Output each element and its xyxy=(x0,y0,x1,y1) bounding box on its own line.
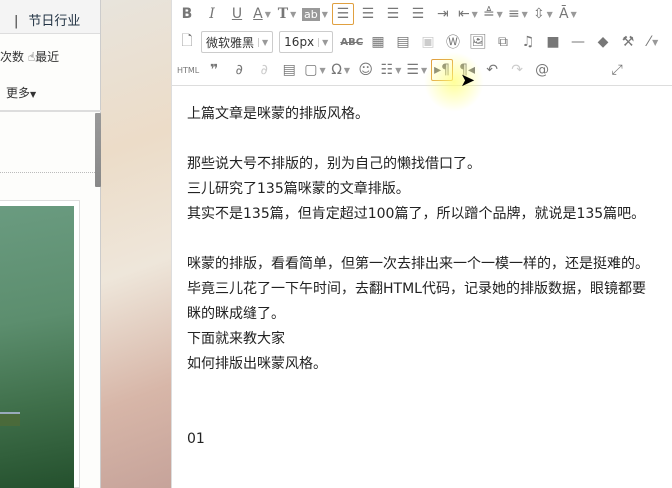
align-center-button[interactable]: ☰ xyxy=(357,3,379,25)
paragraph xyxy=(187,377,657,402)
divider xyxy=(0,110,101,112)
unlink-icon[interactable]: ∂ xyxy=(253,59,275,81)
paragraph xyxy=(187,227,657,252)
text-bg-button[interactable]: T ▼ xyxy=(276,3,298,25)
table-icon[interactable]: ▦ xyxy=(367,31,389,53)
table-image-icon[interactable]: ▤ xyxy=(392,31,414,53)
font-case-icon[interactable]: Ā ▼ xyxy=(557,3,579,25)
link-icon[interactable]: ∂ xyxy=(228,59,250,81)
rich-text-editor: B I U A ▼ T ▼ ab ▼ ☰ ☰ ☰ ☰ ⇥ ⇤ ▼ ≜ ▼ ≡ ▼ ⇳ ▼ Ā ▼… xyxy=(171,0,672,488)
tab-divider: | xyxy=(14,14,19,29)
font-family-select[interactable]: 微软雅黑 ▼ xyxy=(201,31,274,53)
sort-by-count[interactable]: 次数 xyxy=(0,50,24,64)
font-size-value: 16px xyxy=(284,35,315,49)
editor-toolbar: B I U A ▼ T ▼ ab ▼ ☰ ☰ ☰ ☰ ⇥ ⇤ ▼ ≜ ▼ ≡ ▼ ⇳ ▼ Ā ▼… xyxy=(172,0,672,112)
background-icon[interactable]: ▢ ▼ xyxy=(303,59,326,81)
font-family-value: 微软雅黑 xyxy=(206,35,255,50)
line-height-icon[interactable]: ⇳ ▼ xyxy=(532,3,554,25)
toolbar-row-1: B I U A ▼ T ▼ ab ▼ ☰ ☰ ☰ ☰ ⇥ ⇤ ▼ ≜ ▼ ≡ ▼ ⇳ ▼ Ā ▼ xyxy=(176,1,582,27)
underline-button[interactable]: U xyxy=(226,3,248,25)
image-icon[interactable]: 🖼 xyxy=(467,31,489,53)
paragraph: 01 xyxy=(187,431,205,447)
highlight-button[interactable]: ab ▼ xyxy=(301,3,329,25)
tab-holiday-industry[interactable]: 节日行业 xyxy=(28,14,80,29)
more-dropdown[interactable]: 更多▼ xyxy=(6,84,36,101)
word-icon[interactable]: Ⓦ xyxy=(442,31,464,53)
paragraph: 三儿研究了135篇咪蒙的文章排版。 xyxy=(187,181,410,197)
bold-button[interactable]: B xyxy=(176,3,198,25)
text-style-icon: T xyxy=(277,6,289,22)
paragraph: 毕竟三儿花了一下午时间，去翻HTML代码，记录她的排版数据，眼镜都要眯的眯成缝了… xyxy=(187,281,646,322)
highlight-icon: ab xyxy=(302,7,320,21)
paragraph xyxy=(187,127,657,152)
video-icon[interactable]: ■ xyxy=(542,31,564,53)
html-button[interactable]: HTML xyxy=(176,59,200,81)
paragraph: 如何排版出咪蒙风格。 xyxy=(187,356,327,372)
spacing-top-icon[interactable]: ≜ ▼ xyxy=(482,3,504,25)
align-right-button[interactable]: ☰ xyxy=(382,3,404,25)
undo-icon[interactable]: ↶ xyxy=(481,59,503,81)
ltr-icon[interactable]: ▸¶ xyxy=(431,59,454,81)
dotted-divider xyxy=(0,172,95,173)
sort-by-recent[interactable]: 最近 xyxy=(35,50,59,64)
insert-title-icon[interactable]: ▤ xyxy=(278,59,300,81)
unordered-list-icon[interactable]: ☰ ▼ xyxy=(405,59,428,81)
new-document-icon[interactable]: 🗋 xyxy=(176,31,198,53)
horizontal-rule-icon[interactable]: — xyxy=(567,31,589,53)
blockquote-icon[interactable]: ❞ xyxy=(203,59,225,81)
rtl-icon[interactable]: ¶◂ xyxy=(456,59,478,81)
search-replace-icon[interactable]: @ xyxy=(531,59,553,81)
paragraph: 那些说大号不排版的，别为自己的懒找借口了。 xyxy=(187,156,481,172)
italic-button[interactable]: I xyxy=(201,3,223,25)
word-paste-icon[interactable]: ▣ xyxy=(417,31,439,53)
indent-icon[interactable]: ⇥ xyxy=(432,3,454,25)
paragraph: 咪蒙的排版，看看简单，但第一次去排出来一个一模一样的，还是挺难的。 xyxy=(187,256,649,272)
omega-icon: Ω xyxy=(331,62,342,78)
special-chars-button[interactable]: Ω ▼ xyxy=(330,59,352,81)
spellcheck-button[interactable]: ABC xyxy=(339,31,364,53)
paragraph xyxy=(187,402,657,427)
ordered-list-icon[interactable]: ☷ ▼ xyxy=(380,59,403,81)
fullscreen-icon[interactable]: ⤢ xyxy=(606,59,628,81)
spacing-bottom-icon[interactable]: ≡ ▼ xyxy=(507,3,529,25)
paragraph: 上篇文章是咪蒙的排版风格。 xyxy=(187,106,369,122)
redo-icon[interactable]: ↷ xyxy=(506,59,528,81)
justify-button[interactable]: ☰ xyxy=(407,3,429,25)
toolbar-row-3: HTML ❞ ∂ ∂ ▤ ▢ ▼ Ω ▼ ☺ ☷ ▼ ☰ ▼ ▸¶ ¶◂ ↶ ↷ @ ⤢ xyxy=(176,57,631,83)
music-icon[interactable]: ♫ xyxy=(517,31,539,53)
editor-content[interactable]: 上篇文章是咪蒙的排版风格。 那些说大号不排版的，别为自己的懒找借口了。 三儿研究… xyxy=(187,102,657,452)
toolbar-row-2: 🗋 微软雅黑 ▼ 16px ▼ ABC ▦ ▤ ▣ Ⓦ 🖼 ⧉ ♫ ■ — ◆ ⚒ … xyxy=(176,29,667,55)
magic-wand-icon[interactable]: ⁄ ▼ xyxy=(642,31,664,53)
eraser-icon[interactable]: ◆ xyxy=(592,31,614,53)
align-left-button[interactable]: ☰ xyxy=(331,3,354,25)
template-thumbnail[interactable] xyxy=(0,206,74,488)
train-image-detail xyxy=(0,412,20,426)
font-color-button[interactable]: A ▼ xyxy=(251,3,273,25)
chevron-down-icon: ▼ xyxy=(30,90,37,99)
paragraph: 下面就来教大家 xyxy=(187,331,285,347)
more-label: 更多 xyxy=(6,86,31,100)
sort-row: 次数 ☝最近 xyxy=(0,48,59,65)
background-strip xyxy=(101,0,171,488)
font-size-select[interactable]: 16px ▼ xyxy=(279,31,334,53)
category-tabs: | 节日行业 xyxy=(0,0,100,34)
font-color-icon: A xyxy=(253,6,263,22)
paragraph: 其实不是135篇，但肯定超过100篇了，所以蹭个品牌，就说是135篇吧。 xyxy=(187,206,646,222)
emoji-icon[interactable]: ☺ xyxy=(355,59,377,81)
format-brush-icon[interactable]: ⚒ xyxy=(617,31,639,53)
multi-image-icon[interactable]: ⧉ xyxy=(492,31,514,53)
left-panel: | 节日行业 次数 ☝最近 更多▼ xyxy=(0,0,101,488)
outdent-icon[interactable]: ⇤ ▼ xyxy=(457,3,479,25)
